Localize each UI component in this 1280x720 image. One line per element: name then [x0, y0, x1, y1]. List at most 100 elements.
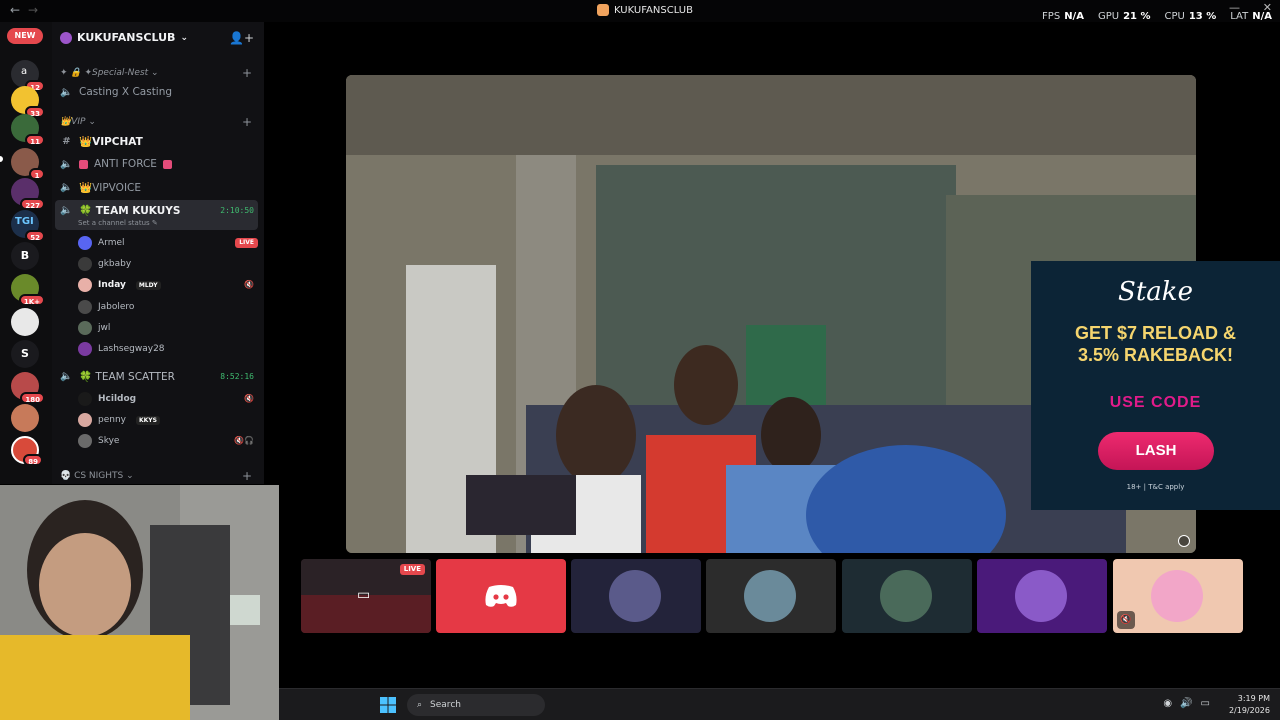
category-special-nest[interactable]: ✦ 🔒 ✦Special-Nest ⌄: [60, 68, 159, 78]
participant-tile[interactable]: [842, 559, 972, 633]
server-icon[interactable]: B: [11, 242, 39, 270]
server-icon[interactable]: TGI 52: [11, 210, 45, 242]
server-icon[interactable]: a 12: [11, 60, 45, 92]
speaker-icon: 🔈: [60, 205, 73, 216]
add-channel-icon[interactable]: +: [242, 469, 252, 483]
avatar: [78, 413, 92, 427]
voice-member[interactable]: Skye: [78, 434, 119, 448]
category-cs-nights[interactable]: 💀 CS NIGHTS ⌄: [60, 471, 134, 481]
ad-logo: Stake: [1118, 277, 1193, 307]
add-member-icon[interactable]: 👤+: [229, 31, 254, 45]
unread-badge: 1K+: [18, 294, 45, 306]
voice-member[interactable]: Lashsegway28: [78, 342, 165, 356]
server-icon[interactable]: S: [11, 340, 39, 368]
voice-member[interactable]: jwl: [78, 321, 110, 335]
participant-tile[interactable]: 🔇: [1113, 559, 1243, 633]
ad-headline: GET $7 RELOAD &: [1074, 323, 1237, 343]
voice-member[interactable]: Hcildog: [78, 392, 136, 406]
battery-icon[interactable]: ▭: [1201, 698, 1210, 709]
taskbar: ⌕ Search ◉ 🔊 ▭ 3:19 PM 2/19/2026: [279, 688, 1280, 720]
avatar: [78, 342, 92, 356]
server-icon[interactable]: 1K+: [11, 274, 45, 306]
clock-time: 3:19 PM: [1237, 694, 1270, 703]
ad-code-button[interactable]: LASH: [1098, 432, 1214, 470]
participant-tile[interactable]: [571, 559, 701, 633]
emoji-icon: [79, 159, 88, 169]
system-tray: ◉ 🔊 ▭: [1163, 698, 1210, 709]
windows-start-icon[interactable]: [380, 697, 396, 713]
server-icon[interactable]: [11, 404, 39, 432]
avatar: [78, 392, 92, 406]
server-name-text: KUKUFANSCLUB: [77, 31, 176, 44]
channel-vipvoice[interactable]: 🔈 👑VIPVOICE: [60, 181, 141, 194]
stream-options-icon[interactable]: [1178, 535, 1190, 547]
avatar: [78, 300, 92, 314]
unread-badge: 11: [25, 134, 45, 146]
category-vip[interactable]: 👑VIP ⌄: [60, 117, 96, 127]
participant-tile[interactable]: [977, 559, 1107, 633]
unread-badge: 227: [20, 198, 45, 210]
webcam-overlay: [0, 485, 279, 720]
unread-badge: 1: [29, 168, 45, 180]
voice-member[interactable]: Jabolero: [78, 300, 134, 314]
participant-tile[interactable]: [706, 559, 836, 633]
member-tag: MLDY: [135, 280, 161, 290]
voice-member[interactable]: gkbaby: [78, 257, 131, 271]
ad-fine-print: 18+ | T&C apply: [1126, 483, 1185, 491]
ad-headline: 3.5% RAKEBACK!: [1077, 345, 1234, 365]
search-placeholder: Search: [430, 700, 461, 710]
forward-arrow-icon[interactable]: →: [28, 3, 38, 17]
chevron-down-icon: ⌄: [180, 32, 188, 43]
voice-member[interactable]: Inday MLDY: [78, 278, 161, 292]
server-icon[interactable]: [11, 308, 39, 336]
voice-member[interactable]: penny KKYS: [78, 413, 160, 427]
add-channel-icon[interactable]: +: [242, 115, 252, 129]
voice-timer: 8:52:16: [220, 372, 254, 381]
channel-team-kukuys[interactable]: 🔈 🍀 TEAM KUKUYS: [60, 204, 180, 217]
participant-tile-discord[interactable]: [436, 559, 566, 633]
deafened-icon: 🔇: [244, 280, 254, 289]
back-arrow-icon[interactable]: ←: [10, 3, 20, 17]
channel-casting[interactable]: 🔈 Casting X Casting: [60, 86, 172, 98]
server-icon[interactable]: 227: [11, 178, 45, 210]
deafened-icon: 🔇: [244, 394, 254, 403]
channel-team-scatter[interactable]: 🔈 🍀 TEAM SCATTER: [60, 370, 175, 383]
server-name[interactable]: KUKUFANSCLUB ⌄: [60, 31, 188, 44]
perf-cpu: CPU 13 %: [1164, 11, 1217, 22]
deafened-icon: 🔇: [1117, 611, 1135, 629]
performance-overlay: FPS N/A GPU 21 % CPU 13 % LAT N/A: [1042, 11, 1272, 22]
avatar: [880, 570, 932, 622]
sponsor-ad[interactable]: Stake GET $7 RELOAD & 3.5% RAKEBACK! USE…: [1031, 261, 1280, 510]
volume-icon[interactable]: 🔊: [1180, 698, 1192, 709]
speaker-icon: 🔈: [60, 182, 73, 193]
new-badge[interactable]: NEW: [7, 28, 43, 44]
server-avatar: [60, 31, 72, 44]
server-icon[interactable]: 11: [11, 114, 45, 146]
screen-share-icon: ▭: [357, 587, 371, 603]
wifi-icon[interactable]: ◉: [1163, 698, 1172, 709]
speaker-icon: 🔈: [60, 371, 73, 382]
server-icon[interactable]: 180: [11, 372, 45, 404]
muted-deafened-icon: 🔇🎧: [234, 436, 254, 445]
participant-tile-stream[interactable]: LIVE ▭: [301, 559, 431, 633]
taskbar-search[interactable]: ⌕ Search: [407, 694, 545, 716]
server-icon[interactable]: 1: [11, 148, 45, 180]
unread-badge: 180: [20, 392, 45, 404]
avatar: [744, 570, 796, 622]
server-icon[interactable]: 89: [11, 436, 43, 466]
unread-badge: 89: [23, 454, 43, 466]
avatar: [1151, 570, 1203, 622]
voice-member[interactable]: Armel: [78, 236, 125, 250]
channel-vipchat[interactable]: # 👑VIPCHAT: [60, 135, 142, 148]
channel-status-hint[interactable]: Set a channel status ✎: [78, 219, 158, 227]
emoji-icon: [162, 159, 172, 169]
taskbar-clock[interactable]: 3:19 PM 2/19/2026: [1229, 693, 1270, 717]
member-tag: KKYS: [135, 415, 160, 425]
channel-antiforce[interactable]: 🔈 ANTI FORCE: [60, 158, 172, 170]
avatar: [78, 257, 92, 271]
discord-icon: [485, 585, 517, 607]
webcam-frame: [0, 485, 279, 720]
add-channel-icon[interactable]: +: [242, 66, 252, 80]
avatar: [78, 236, 92, 250]
server-icon[interactable]: 33: [11, 86, 45, 118]
